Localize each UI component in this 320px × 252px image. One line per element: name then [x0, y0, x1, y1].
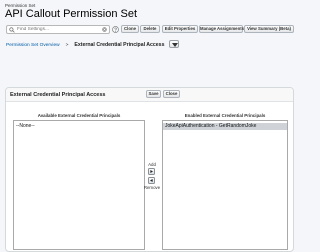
list-item[interactable]: --None--: [14, 123, 144, 130]
available-principals-list[interactable]: --None--: [13, 120, 145, 250]
manage-assignments-button[interactable]: Manage Assignments: [199, 25, 244, 33]
find-settings-search[interactable]: [6, 25, 110, 34]
list-item[interactable]: JokeApiAuthentication - GetRandomJoke: [163, 123, 287, 130]
remove-label: Remove: [143, 185, 161, 190]
clear-icon[interactable]: [102, 27, 107, 32]
help-icon[interactable]: [112, 25, 119, 33]
add-label: Add: [148, 162, 156, 167]
principal-access-panel: External Credential Principal Access Sav…: [5, 87, 294, 252]
panel-title: External Credential Principal Access: [10, 92, 106, 98]
breadcrumb-separator: >: [65, 43, 69, 48]
breadcrumb-dropdown-button[interactable]: [169, 40, 179, 48]
edit-properties-button[interactable]: Edit Properties: [162, 25, 198, 33]
search-input[interactable]: [17, 26, 103, 33]
chevron-down-icon: [172, 43, 178, 47]
close-button[interactable]: Close: [163, 90, 180, 98]
add-button[interactable]: [148, 168, 155, 175]
available-principals-label: Available External Credential Principals: [37, 113, 121, 118]
search-icon: [9, 26, 15, 33]
clone-button[interactable]: Clone: [121, 25, 139, 33]
delete-button[interactable]: Delete: [140, 25, 160, 33]
breadcrumb: Permission Set Overview > External Credent…: [6, 42, 164, 48]
breadcrumb-overview-link[interactable]: Permission Set Overview: [6, 43, 60, 48]
page-title: API Callout Permission Set: [5, 8, 138, 20]
view-summary-button[interactable]: View Summary (Beta): [244, 25, 294, 33]
breadcrumb-current: External Credential Principal Access: [74, 42, 165, 48]
panel-header: External Credential Principal Access Sav…: [6, 88, 293, 102]
enabled-principals-label: Enabled External Credential Principals: [184, 113, 266, 118]
save-button[interactable]: Save: [146, 90, 161, 98]
remove-button[interactable]: [148, 177, 155, 184]
enabled-principals-list[interactable]: JokeApiAuthentication - GetRandomJoke: [162, 120, 288, 250]
arrow-left-icon: [150, 179, 153, 182]
arrow-right-icon: [150, 170, 153, 173]
